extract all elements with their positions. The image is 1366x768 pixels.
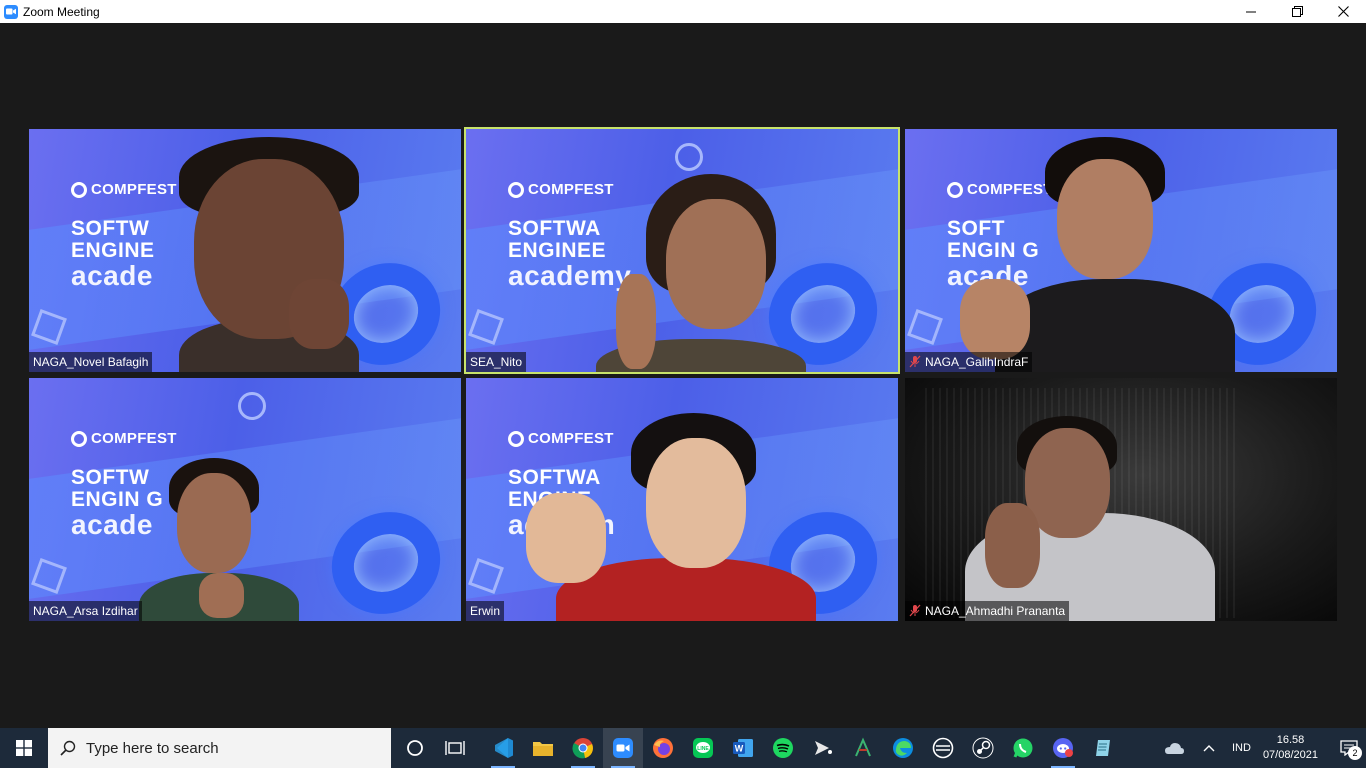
- vscode-icon: [495, 738, 513, 758]
- participant-name-label: Erwin: [466, 601, 505, 621]
- participant-tile-active[interactable]: COMPFEST SOFTWA ENGINEE academy SEA_Nito: [464, 127, 900, 374]
- svg-text:W: W: [735, 744, 744, 754]
- minimize-button[interactable]: [1228, 0, 1274, 23]
- participant-name-label: NAGA_Novel Bafagih: [29, 352, 153, 372]
- zoom-icon: [613, 738, 633, 758]
- onedrive-button[interactable]: [1154, 728, 1194, 768]
- compfest-logo: COMPFEST: [947, 181, 1053, 198]
- discord-icon: [1053, 738, 1073, 758]
- file-explorer-icon: [533, 742, 553, 756]
- word-icon: W: [733, 739, 753, 757]
- whatsapp-icon: [1013, 738, 1033, 758]
- mic-muted-icon: [909, 355, 921, 368]
- restore-button[interactable]: [1274, 0, 1320, 23]
- taskbar-file-explorer[interactable]: [523, 728, 563, 768]
- background-text: acade: [71, 260, 153, 291]
- chevron-up-icon: [1203, 745, 1215, 752]
- close-button[interactable]: [1320, 0, 1366, 23]
- participant-name-label: SEA_Nito: [466, 352, 527, 372]
- spotify-icon: [773, 738, 793, 758]
- taskbar-vscode[interactable]: [483, 728, 523, 768]
- clock-date: 07/08/2021: [1262, 749, 1318, 761]
- participant-tile[interactable]: COMPFEST SOFTW ENGIN G acade NAGA_Arsa I…: [29, 378, 461, 621]
- taskbar-word[interactable]: W: [723, 728, 763, 768]
- svg-text:LINE: LINE: [697, 746, 709, 752]
- participant-tile[interactable]: COMPFEST SOFTW ENGINE acade NAGA_Novel B…: [29, 129, 461, 372]
- participant-name-label: NAGA_Arsa Izdihar: [29, 601, 142, 621]
- taskbar-steam[interactable]: [963, 728, 1003, 768]
- compfest-logo: COMPFEST: [508, 430, 614, 447]
- input-language[interactable]: IND: [1232, 742, 1251, 754]
- background-text: acade: [71, 509, 153, 540]
- participant-name-label: NAGA_GalihIndraF: [905, 352, 1033, 372]
- taskbar-chrome[interactable]: [563, 728, 603, 768]
- media-player-icon: [815, 741, 832, 755]
- taskbar-firefox[interactable]: [643, 728, 683, 768]
- taskbar-clock[interactable]: 16.58 07/08/2021: [1263, 733, 1318, 763]
- steam-alt-icon: [932, 737, 954, 759]
- participant-tile[interactable]: COMPFEST SOFT ENGIN G acade NAGA_GalihIn…: [905, 129, 1337, 372]
- taskbar-line[interactable]: LINE: [683, 728, 723, 768]
- zoom-app-icon: [4, 4, 18, 19]
- clock-time: 16.58: [1276, 734, 1305, 746]
- taskbar-media-player[interactable]: [803, 728, 843, 768]
- task-view-icon: [445, 741, 465, 755]
- notepad-icon: [1096, 740, 1110, 756]
- background-text: SOFTWA: [508, 466, 601, 489]
- participant-tile[interactable]: COMPFEST SOFTWA ENGINE academ Erwin: [466, 378, 898, 621]
- cloud-icon: [1164, 743, 1184, 754]
- app-icon: [855, 737, 871, 757]
- taskbar-edge[interactable]: [883, 728, 923, 768]
- background-text: academy: [508, 260, 632, 291]
- cortana-button[interactable]: [395, 728, 435, 768]
- taskbar-zoom[interactable]: [603, 728, 643, 768]
- participant-name-label: NAGA_Ahmadhi Prananta: [905, 601, 1070, 621]
- close-icon: [1337, 6, 1349, 17]
- minimize-icon: [1246, 11, 1256, 12]
- cortana-icon: [407, 740, 423, 756]
- firefox-icon: [653, 738, 673, 758]
- line-icon: LINE: [693, 738, 713, 758]
- window-title: Zoom Meeting: [23, 4, 100, 19]
- mic-muted-icon: [909, 604, 921, 617]
- compfest-logo: COMPFEST: [71, 430, 177, 447]
- compfest-logo: COMPFEST: [71, 181, 177, 198]
- search-placeholder: Type here to search: [86, 739, 219, 757]
- taskbar-whatsapp[interactable]: [1003, 728, 1043, 768]
- windows-icon: [16, 740, 32, 756]
- task-view-button[interactable]: [435, 728, 475, 768]
- taskbar-discord[interactable]: [1043, 728, 1083, 768]
- taskbar-steam-alt[interactable]: [923, 728, 963, 768]
- title-bar: Zoom Meeting: [0, 0, 1366, 23]
- search-icon: [60, 740, 76, 756]
- steam-icon: [972, 737, 994, 759]
- participant-tile[interactable]: NAGA_Ahmadhi Prananta: [905, 378, 1337, 621]
- background-text: SOFTW: [71, 466, 150, 489]
- taskbar-spotify[interactable]: [763, 728, 803, 768]
- background-text: SOFTWA: [508, 217, 601, 240]
- meeting-gallery: COMPFEST SOFTW ENGINE acade NAGA_Novel B…: [0, 23, 1366, 728]
- action-center-button[interactable]: 2: [1332, 728, 1366, 768]
- chrome-icon: [572, 738, 593, 759]
- edge-icon: [893, 738, 913, 758]
- compfest-logo: COMPFEST: [508, 181, 614, 198]
- taskbar-app[interactable]: [843, 728, 883, 768]
- notification-count: 2: [1348, 746, 1362, 760]
- background-text: SOFT: [947, 217, 1005, 240]
- taskbar: Type here to search LINE W IND 16.58 07/…: [0, 728, 1366, 768]
- show-hidden-icons-button[interactable]: [1194, 728, 1224, 768]
- background-text: SOFTW: [71, 217, 150, 240]
- start-button[interactable]: [0, 728, 48, 768]
- taskbar-notepad[interactable]: [1083, 728, 1123, 768]
- taskbar-search-box[interactable]: Type here to search: [48, 728, 391, 768]
- system-tray: IND 16.58 07/08/2021 2: [1154, 728, 1366, 768]
- restore-icon: [1291, 6, 1303, 17]
